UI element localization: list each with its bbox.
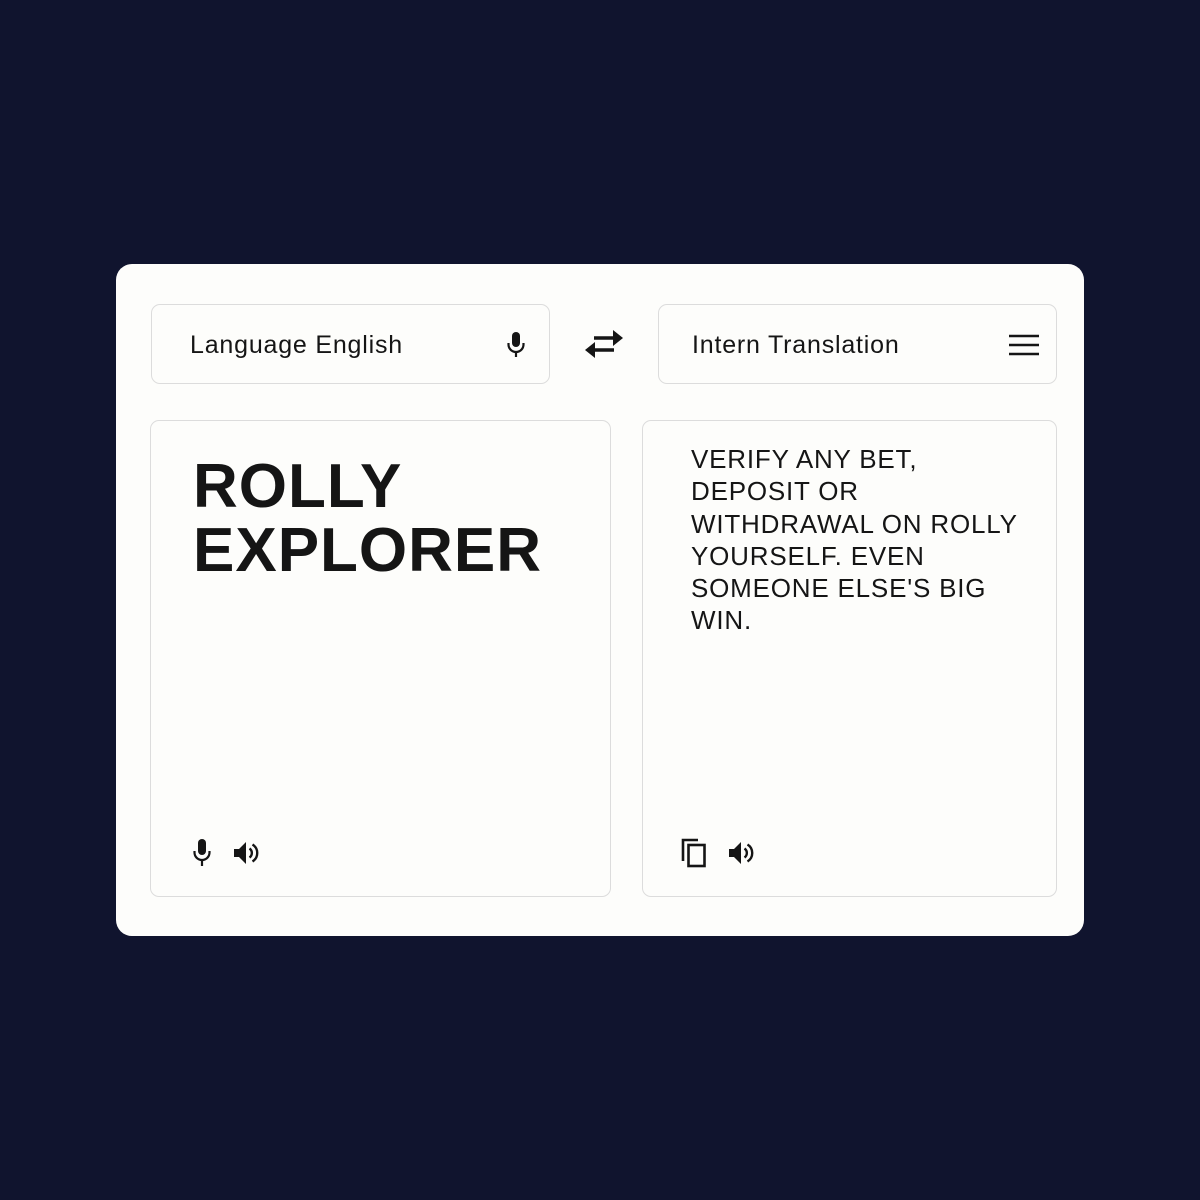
speaker-icon[interactable] (728, 840, 756, 866)
copy-icon[interactable] (680, 837, 710, 869)
translator-card: Language English Intern Translation ROLL… (116, 264, 1084, 936)
translation-output-panel: VERIFY ANY BET, DEPOSIT OR WITHDRAWAL ON… (642, 420, 1057, 897)
source-language-label: Language English (190, 331, 403, 359)
source-language-selector[interactable]: Language English (151, 304, 550, 384)
swap-arrows-icon[interactable] (584, 328, 624, 360)
mic-icon[interactable] (505, 331, 527, 359)
translation-text: VERIFY ANY BET, DEPOSIT OR WITHDRAWAL ON… (691, 444, 1018, 636)
hamburger-menu-icon[interactable] (1008, 334, 1040, 356)
target-language-label: Intern Translation (692, 331, 900, 359)
source-text-panel[interactable]: ROLLY EXPLORER (150, 420, 611, 897)
speaker-icon[interactable] (233, 840, 261, 866)
mic-icon[interactable] (191, 838, 213, 868)
target-language-selector[interactable]: Intern Translation (658, 304, 1057, 384)
source-text[interactable]: ROLLY EXPLORER (193, 455, 593, 583)
